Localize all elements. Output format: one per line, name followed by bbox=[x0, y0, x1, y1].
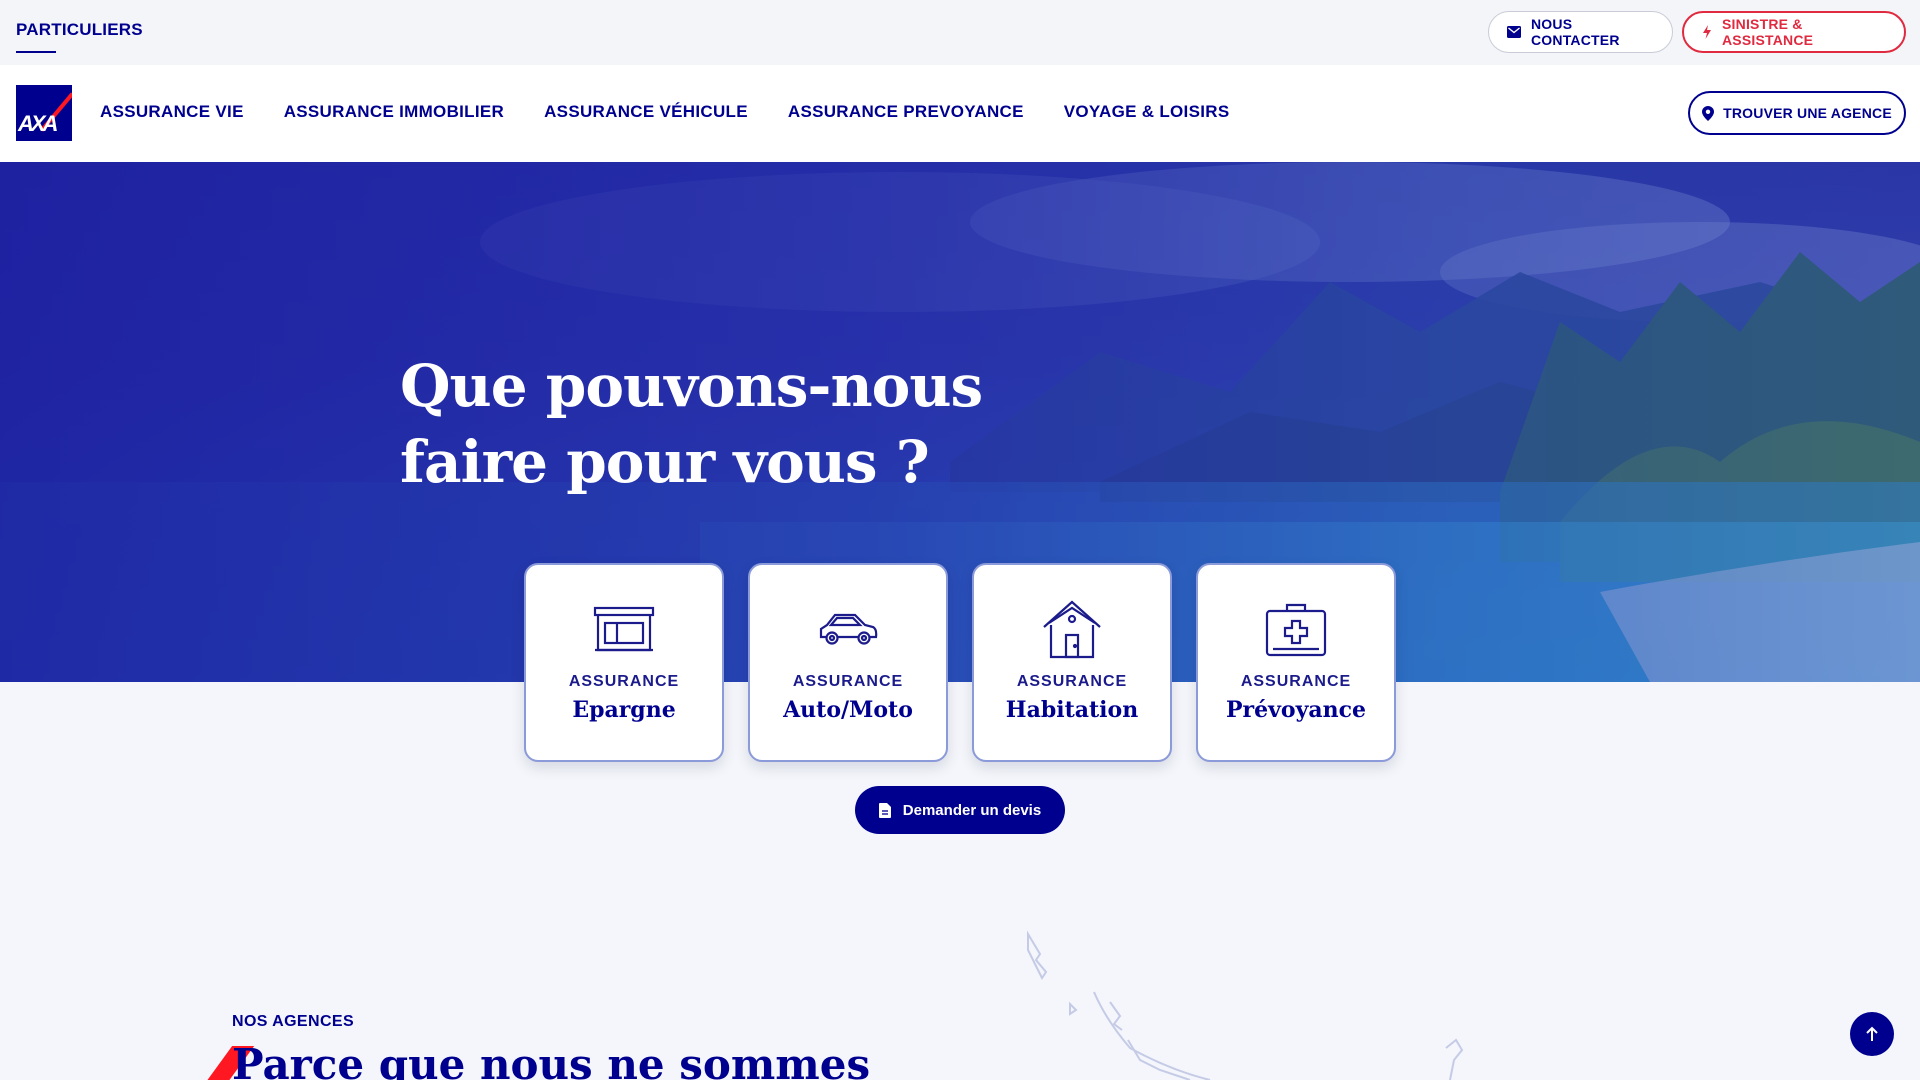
card-title: Auto/Moto bbox=[783, 697, 913, 723]
card-prevoyance[interactable]: ASSURANCE Prévoyance bbox=[1196, 563, 1396, 762]
top-bar: PARTICULIERS NOUS CONTACTER SINISTRE & A… bbox=[0, 0, 1920, 65]
segment-underline bbox=[16, 51, 56, 53]
nav-link-assurance-prevoyance[interactable]: ASSURANCE PREVOYANCE bbox=[788, 102, 1024, 122]
segment-particuliers[interactable]: PARTICULIERS bbox=[16, 20, 143, 40]
card-pre: ASSURANCE bbox=[568, 673, 680, 690]
request-quote-label: Demander un devis bbox=[902, 801, 1042, 819]
logo-text: AXA bbox=[18, 111, 58, 136]
lightning-icon bbox=[1703, 25, 1711, 39]
mail-icon bbox=[1507, 26, 1521, 38]
scroll-to-top-button[interactable] bbox=[1850, 1012, 1894, 1056]
card-habitation[interactable]: ASSURANCE Habitation bbox=[972, 563, 1172, 762]
card-auto-moto[interactable]: ASSURANCE Auto/Moto bbox=[748, 563, 948, 762]
sinistre-label: SINISTRE & ASSISTANCE bbox=[1722, 16, 1814, 48]
island-map-illustration bbox=[1027, 930, 1464, 1080]
axa-logo[interactable]: AXA bbox=[16, 85, 72, 141]
find-agency-button[interactable]: TROUVER UNE AGENCE bbox=[1688, 91, 1906, 135]
house-icon bbox=[1043, 600, 1101, 659]
card-pre: ASSURANCE bbox=[792, 673, 904, 690]
nav-link-assurance-vehicule[interactable]: ASSURANCE VÉHICULE bbox=[544, 102, 748, 122]
nav-link-voyage-loisirs[interactable]: VOYAGE & LOISIRS bbox=[1064, 102, 1230, 122]
main-nav: AXA ASSURANCE VIE ASSURANCE IMMOBILIER A… bbox=[0, 65, 1920, 162]
contact-button[interactable]: NOUS CONTACTER bbox=[1488, 11, 1673, 53]
card-epargne[interactable]: ASSURANCE Epargne bbox=[524, 563, 724, 762]
card-title: Prévoyance bbox=[1225, 697, 1366, 723]
nav-link-assurance-immobilier[interactable]: ASSURANCE IMMOBILIER bbox=[284, 102, 504, 122]
document-icon bbox=[878, 802, 891, 818]
nav-links: ASSURANCE VIE ASSURANCE IMMOBILIER ASSUR… bbox=[100, 102, 1269, 122]
card-title: Habitation bbox=[1005, 697, 1139, 723]
location-pin-icon bbox=[1702, 105, 1715, 121]
agencies-section-label: NOS AGENCES bbox=[232, 1013, 355, 1030]
hero-title: Que pouvons-nous faire pour vous ? bbox=[400, 352, 983, 496]
medical-kit-icon bbox=[1265, 603, 1327, 657]
product-cards: ASSURANCE Epargne ASSURANCE Auto/Moto AS… bbox=[524, 563, 1396, 762]
card-pre: ASSURANCE bbox=[1240, 673, 1352, 690]
sinistre-button[interactable]: SINISTRE & ASSISTANCE bbox=[1682, 11, 1906, 53]
storefront-icon bbox=[593, 606, 655, 652]
arrow-up-icon bbox=[1866, 1026, 1878, 1041]
nav-link-assurance-vie[interactable]: ASSURANCE VIE bbox=[100, 102, 244, 122]
find-agency-label: TROUVER UNE AGENCE bbox=[1723, 105, 1892, 121]
car-icon bbox=[819, 613, 878, 645]
card-pre: ASSURANCE bbox=[1016, 673, 1128, 690]
contact-label: NOUS CONTACTER bbox=[1531, 16, 1620, 48]
agencies-title: Parce que nous ne sommes bbox=[232, 1040, 871, 1080]
card-title: Epargne bbox=[572, 697, 676, 723]
request-quote-button[interactable]: Demander un devis bbox=[855, 786, 1065, 834]
